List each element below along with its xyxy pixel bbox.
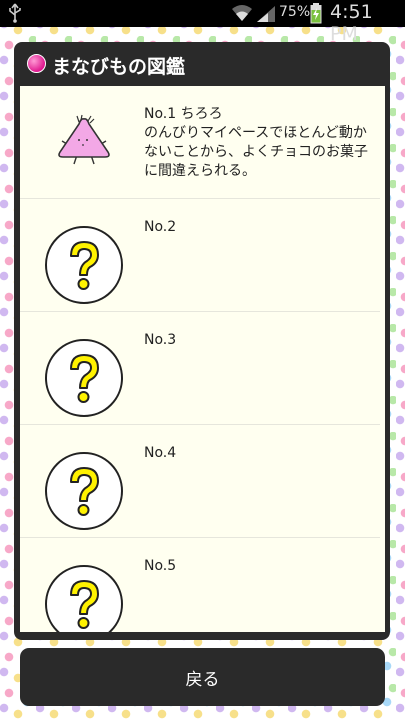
entry-title: No.5 — [144, 558, 177, 574]
status-bar: 75% 4:51 PM — [0, 0, 405, 45]
entry-title: No.2 — [144, 219, 177, 235]
list-item[interactable]: No.5 — [20, 538, 385, 632]
wifi-icon — [232, 5, 252, 21]
entry-title: No.1 ちろろ — [144, 106, 223, 122]
chiroro-creature-icon — [58, 114, 110, 165]
battery-charging-icon — [310, 3, 322, 24]
entry-text: No.2 — [144, 218, 374, 237]
entry-title: No.4 — [144, 445, 177, 461]
entry-list[interactable]: No.1 ちろろ のんびりマイペースでほとんど動かないことから、よくチョコのお菓… — [20, 86, 385, 632]
entry-text: No.1 ちろろ のんびりマイペースでほとんど動かないことから、よくチョコのお菓… — [144, 105, 374, 181]
list-item[interactable]: No.4 — [20, 425, 385, 538]
battery-percentage: 75% — [279, 4, 311, 20]
entry-title: No.3 — [144, 332, 177, 348]
encyclopedia-dialog: まなびもの図鑑 No.1 ちろろ のんびりマイペースでほとんど動かないことから、… — [14, 42, 390, 640]
question-mark-icon — [45, 226, 123, 304]
entry-text: No.4 — [144, 444, 374, 463]
usb-icon — [9, 3, 21, 23]
pink-dot-icon — [27, 54, 46, 73]
signal-icon — [257, 6, 275, 22]
entry-text: No.5 — [144, 557, 374, 576]
list-item[interactable]: No.2 — [20, 199, 385, 312]
entry-description: のんびりマイペースでほとんど動かないことから、よくチョコのお菓子に間違えられる。 — [144, 125, 368, 179]
question-mark-icon — [45, 452, 123, 530]
question-mark-icon — [45, 339, 123, 417]
dialog-title: まなびもの図鑑 — [52, 56, 186, 78]
dialog-header: まなびもの図鑑 — [14, 42, 390, 86]
back-button[interactable]: 戻る — [20, 648, 385, 706]
question-mark-icon — [45, 565, 123, 632]
entry-text: No.3 — [144, 331, 374, 350]
list-item[interactable]: No.1 ちろろ のんびりマイペースでほとんど動かないことから、よくチョコのお菓… — [20, 86, 385, 199]
list-item[interactable]: No.3 — [20, 312, 385, 425]
clock: 4:51 PM — [330, 1, 373, 45]
